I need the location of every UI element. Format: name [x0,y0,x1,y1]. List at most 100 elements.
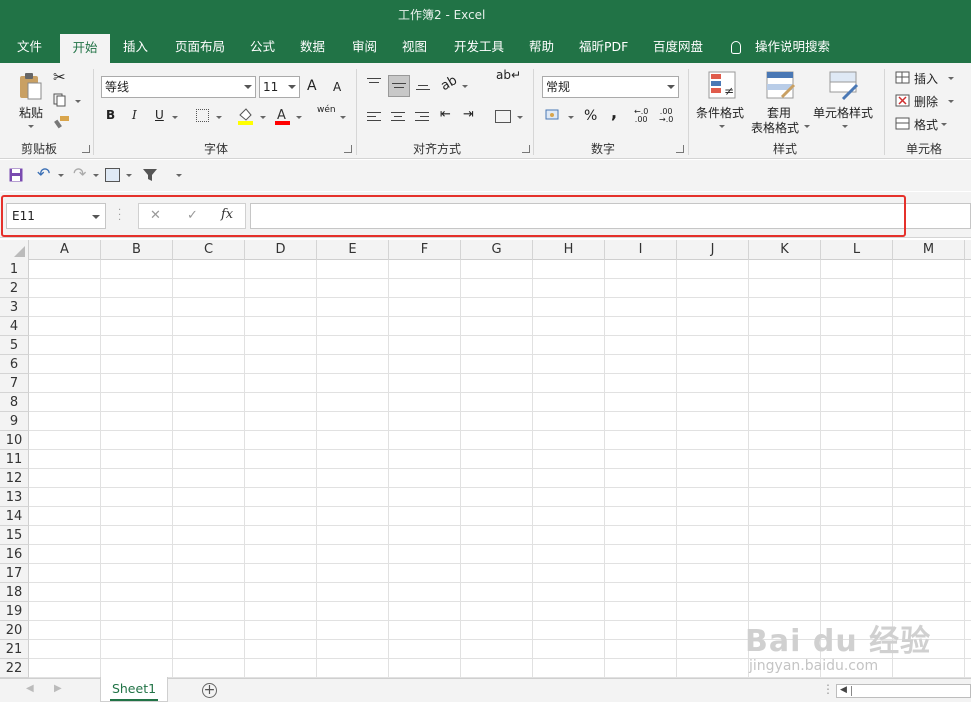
row-header[interactable]: 9 [0,412,29,431]
tab-developer[interactable]: 开发工具 [454,30,504,63]
cut-icon[interactable]: ✂ [53,68,66,86]
form-dropdown-icon[interactable] [126,174,132,177]
column-header[interactable]: F [389,240,461,260]
align-left-icon[interactable] [367,111,383,125]
row-header[interactable]: 1 [0,260,29,279]
row-header[interactable]: 13 [0,488,29,507]
column-header[interactable]: J [677,240,749,260]
format-as-table-icon[interactable] [766,71,796,101]
cell-styles-button[interactable]: 单元格样式 [813,104,873,121]
column-header[interactable]: A [29,240,101,260]
row-header[interactable]: 21 [0,640,29,659]
insert-cells-icon[interactable] [895,71,911,85]
row-header[interactable]: 16 [0,545,29,564]
column-header[interactable]: I [605,240,677,260]
scrollbar-thumb-edge[interactable] [851,686,852,696]
orientation-dropdown-icon[interactable] [462,85,468,88]
row-header[interactable]: 11 [0,450,29,469]
clipboard-launcher-icon[interactable] [82,145,90,153]
tab-data[interactable]: 数据 [300,30,325,63]
column-header[interactable]: E [317,240,389,260]
scroll-right-sheet-icon[interactable]: ▶ [54,683,62,694]
decrease-indent-icon[interactable]: ⇤ [440,107,451,122]
row-header[interactable]: 19 [0,602,29,621]
column-header[interactable]: D [245,240,317,260]
copy-dropdown-icon[interactable] [75,100,81,103]
italic-button[interactable]: I [132,108,137,122]
merge-center-icon[interactable] [495,110,511,123]
delete-dropdown-icon[interactable] [948,100,954,103]
horizontal-scrollbar[interactable]: ◀ [836,684,971,698]
font-color-icon[interactable]: A [274,106,291,125]
paste-icon[interactable] [18,71,44,101]
underline-dropdown-icon[interactable] [172,116,178,119]
column-header[interactable]: L [821,240,893,260]
font-launcher-icon[interactable] [344,145,352,153]
wrap-text-icon[interactable]: ab↵ [496,68,521,82]
align-top-icon[interactable] [367,77,383,91]
column-header[interactable]: K [749,240,821,260]
underline-button[interactable]: U [155,108,164,122]
scroll-left-arrow-icon[interactable]: ◀ [840,685,847,695]
format-cells-button[interactable]: 格式 [914,116,938,133]
scroll-left-sheet-icon[interactable]: ◀ [26,683,34,694]
conditional-dropdown-icon[interactable] [719,125,725,128]
paste-dropdown-icon[interactable] [28,125,34,128]
row-header[interactable]: 5 [0,336,29,355]
save-icon[interactable] [9,168,23,182]
tab-help[interactable]: 帮助 [529,30,554,63]
row-header[interactable]: 6 [0,355,29,374]
increase-indent-icon[interactable]: ⇥ [463,107,474,122]
format-dropdown-icon[interactable] [941,123,947,126]
add-sheet-button[interactable]: + [202,683,217,698]
accounting-dropdown-icon[interactable] [568,116,574,119]
row-header[interactable]: 17 [0,564,29,583]
tab-review[interactable]: 审阅 [352,30,377,63]
phonetic-guide-button[interactable]: wén [317,105,336,115]
row-header[interactable]: 20 [0,621,29,640]
format-as-table-line2[interactable]: 表格格式 [751,119,799,136]
font-size-combo[interactable]: 11 [259,76,300,98]
cell-styles-dropdown-icon[interactable] [842,125,848,128]
row-header[interactable]: 15 [0,526,29,545]
column-header[interactable]: G [461,240,533,260]
sheet-bar-splitter-icon[interactable]: ⋮ [822,682,834,696]
column-header[interactable]: M [893,240,965,260]
increase-decimal-icon[interactable]: ←.0.00 [634,108,648,124]
conditional-formatting-icon[interactable]: ≠ [708,71,738,101]
decrease-decimal-icon[interactable]: .00 →.0 [659,108,673,124]
column-header[interactable]: C [173,240,245,260]
tab-formulas[interactable]: 公式 [250,30,275,63]
insert-cells-button[interactable]: 插入 [914,70,938,87]
row-header[interactable]: 12 [0,469,29,488]
paste-button[interactable]: 粘贴 [16,104,46,121]
accounting-format-icon[interactable] [545,108,563,122]
row-header[interactable]: 8 [0,393,29,412]
phonetic-dropdown-icon[interactable] [340,116,346,119]
redo-icon[interactable]: ↷ [73,164,86,183]
bold-button[interactable]: B [106,108,115,122]
align-center-icon[interactable] [391,111,407,125]
row-header[interactable]: 2 [0,279,29,298]
fill-color-icon[interactable] [237,107,254,125]
undo-icon[interactable]: ↶ [37,164,50,183]
shrink-font-button[interactable]: A [333,80,341,94]
row-header[interactable]: 18 [0,583,29,602]
tab-file[interactable]: 文件 [17,30,42,63]
form-icon[interactable] [105,168,120,182]
tell-me-search[interactable]: 操作说明搜索 [755,30,830,63]
percent-button[interactable]: % [584,108,597,124]
tab-home[interactable]: 开始 [60,34,110,63]
delete-cells-icon[interactable] [895,94,911,108]
number-format-combo[interactable]: 常规 [542,76,679,98]
row-header[interactable]: 10 [0,431,29,450]
row-header[interactable]: 14 [0,507,29,526]
undo-dropdown-icon[interactable] [58,174,64,177]
tab-foxit-pdf[interactable]: 福昕PDF [579,30,628,63]
row-header[interactable]: 4 [0,317,29,336]
insert-dropdown-icon[interactable] [948,77,954,80]
tab-page-layout[interactable]: 页面布局 [175,30,225,63]
orientation-icon[interactable]: ab [438,73,460,94]
redo-dropdown-icon[interactable] [93,174,99,177]
format-painter-icon[interactable] [54,115,70,129]
